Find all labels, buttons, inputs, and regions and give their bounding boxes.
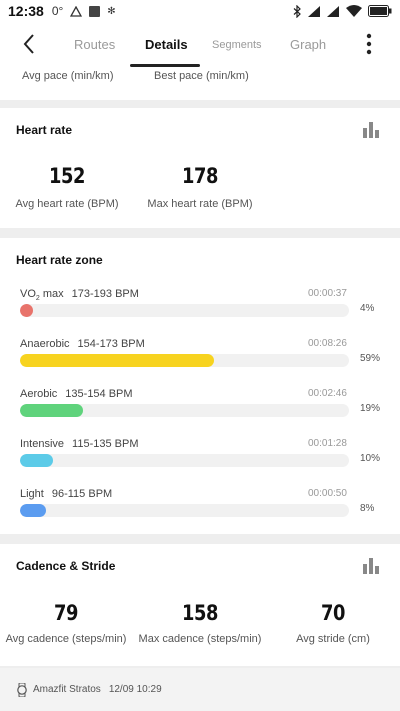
- more-options-icon[interactable]: [364, 33, 374, 55]
- max-cadence-value: 158: [182, 601, 218, 625]
- cadence-stride-card: Cadence & Stride 79 Avg cadence (steps/m…: [0, 544, 400, 666]
- zone-row-vo2max: VO2 max 173-193 BPM 00:00:37 4%: [20, 288, 380, 328]
- zone-row-anaerobic: Anaerobic 154-173 BPM 00:08:26 59%: [20, 338, 380, 378]
- cadence-stride-title: Cadence & Stride: [16, 559, 116, 573]
- watch-icon: [17, 682, 27, 697]
- zone-bar-track: [20, 454, 349, 467]
- zone-time: 00:08:26: [308, 338, 347, 349]
- zone-name: Intensive 115-135 BPM: [20, 438, 139, 450]
- zone-row-light: Light 96-115 BPM 00:00:50 8%: [20, 488, 380, 528]
- zone-name: Anaerobic 154-173 BPM: [20, 338, 145, 350]
- bar-chart-icon[interactable]: [363, 122, 381, 138]
- zone-percent: 19%: [360, 403, 381, 414]
- zone-bar-fill: [20, 404, 83, 417]
- device-footer: Amazfit Stratos 12/09 10:29: [0, 668, 400, 711]
- avg-heart-rate-label: Avg heart rate (BPM): [15, 198, 119, 210]
- pace-card: Avg pace (min/km) Best pace (min/km): [0, 68, 400, 100]
- tab-graph[interactable]: Graph: [290, 37, 326, 52]
- zone-bar-track: [20, 404, 349, 417]
- heart-rate-card: Heart rate 152 Avg heart rate (BPM) 178 …: [0, 108, 400, 228]
- heart-rate-zone-title: Heart rate zone: [16, 253, 103, 267]
- status-bar: 12:38 0° ✻: [0, 0, 400, 22]
- zone-bar-fill: [20, 454, 53, 467]
- zone-bar-track: [20, 354, 349, 367]
- back-arrow-icon[interactable]: [18, 32, 42, 56]
- zone-percent: 4%: [360, 303, 375, 314]
- max-heart-rate-value: 178: [182, 164, 218, 188]
- bar-chart-icon[interactable]: [363, 558, 381, 574]
- zone-row-aerobic: Aerobic 135-154 BPM 00:02:46 19%: [20, 388, 380, 428]
- zone-bar-fill: [20, 504, 46, 517]
- avg-cadence-value: 79: [53, 601, 78, 625]
- zone-name: VO2 max 173-193 BPM: [20, 288, 139, 303]
- gear-icon: ✻: [107, 5, 116, 17]
- tab-routes[interactable]: Routes: [74, 37, 115, 52]
- device-name: Amazfit Stratos: [33, 684, 101, 695]
- alert-icon: [70, 5, 83, 17]
- best-pace-label: Best pace (min/km): [154, 70, 249, 82]
- active-tab-indicator: [130, 64, 200, 67]
- zone-name: Aerobic 135-154 BPM: [20, 388, 133, 400]
- max-heart-rate-label: Max heart rate (BPM): [147, 198, 253, 210]
- heart-rate-zone-card: Heart rate zone VO2 max 173-193 BPM 00:00…: [0, 238, 400, 534]
- heart-rate-title: Heart rate: [16, 123, 73, 137]
- zone-bar-track: [20, 504, 349, 517]
- zone-bar-fill: [20, 354, 214, 367]
- avg-pace-label: Avg pace (min/km): [22, 70, 114, 82]
- tab-details[interactable]: Details: [145, 37, 188, 52]
- zone-time: 00:01:28: [308, 438, 347, 449]
- workout-datetime: 12/09 10:29: [108, 684, 162, 695]
- zone-bar-track: [20, 304, 349, 317]
- signal-icon: [308, 5, 320, 17]
- zone-bar-fill: [20, 304, 33, 317]
- top-navigation: Routes Details Segments Graph: [0, 22, 400, 68]
- zone-time: 00:00:37: [308, 288, 347, 299]
- avg-stride-label: Avg stride (cm): [296, 633, 370, 645]
- avg-heart-rate-value: 152: [49, 164, 85, 188]
- zone-percent: 59%: [360, 353, 381, 364]
- facebook-icon: [89, 5, 101, 17]
- battery-icon: [368, 5, 392, 17]
- zone-time: 00:02:46: [308, 388, 347, 399]
- wifi-icon: [346, 5, 362, 17]
- bluetooth-icon: [293, 4, 301, 18]
- zone-name: Light 96-115 BPM: [20, 488, 113, 500]
- signal-icon-2: [327, 5, 339, 17]
- max-cadence-label: Max cadence (steps/min): [138, 633, 262, 645]
- zone-row-intensive: Intensive 115-135 BPM 00:01:28 10%: [20, 438, 380, 478]
- status-time: 12:38: [8, 3, 44, 19]
- avg-stride-value: 70: [320, 601, 345, 625]
- temperature: 0°: [51, 4, 64, 18]
- zone-percent: 8%: [360, 503, 375, 514]
- zone-percent: 10%: [360, 453, 381, 464]
- avg-cadence-label: Avg cadence (steps/min): [5, 633, 127, 645]
- tab-segments[interactable]: Segments: [212, 39, 262, 51]
- zone-time: 00:00:50: [308, 488, 347, 499]
